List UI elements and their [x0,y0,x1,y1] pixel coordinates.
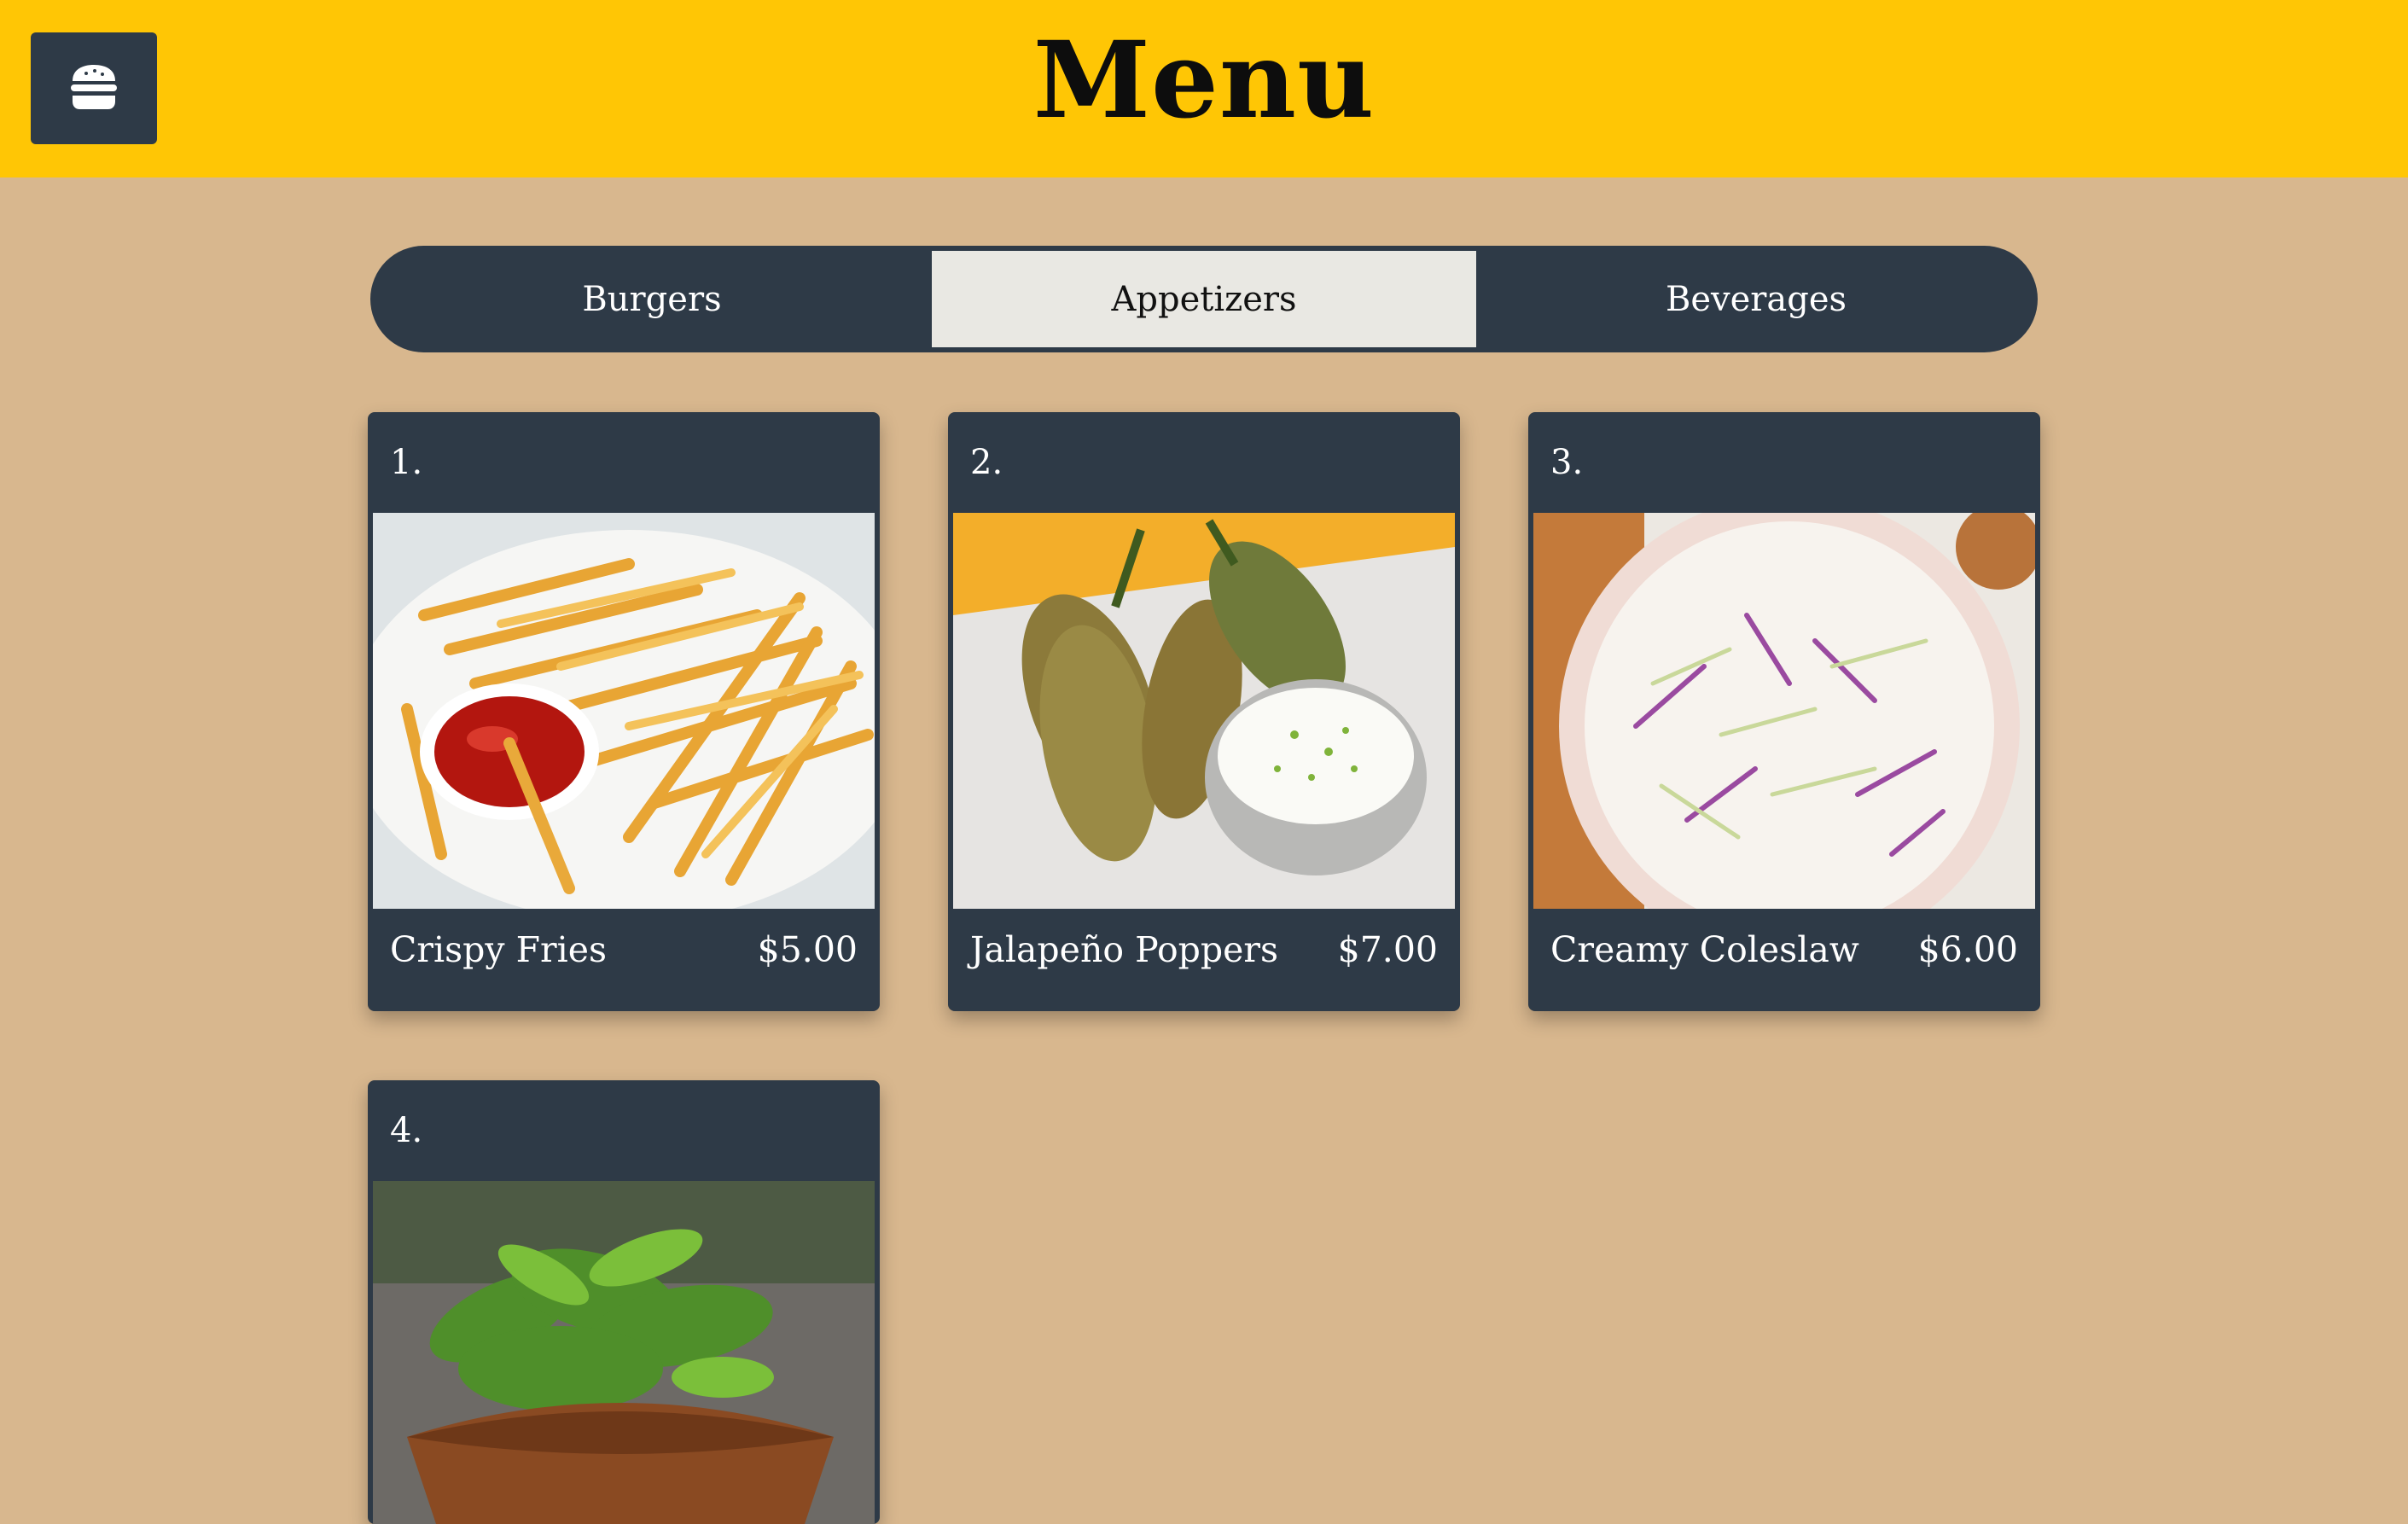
header-bar: Menu [0,0,2408,177]
item-image [373,1181,875,1524]
item-price: $7.00 [1337,929,1438,970]
item-name: Creamy Coleslaw [1550,929,1859,970]
item-image [1533,513,2035,909]
item-image [373,513,875,909]
tab-beverages[interactable]: Beverages [1480,251,2033,347]
menu-item-card[interactable]: 4. [368,1080,880,1524]
menu-item-card[interactable]: 1. Crispy Fries $5.00 [368,412,880,1011]
item-number: 4. [390,1111,423,1150]
item-number: 1. [390,443,423,482]
page-title: Menu [1032,19,1376,143]
menu-item-card[interactable]: 3. Creamy Coleslaw $6.00 [1528,412,2040,1011]
category-tabs: Burgers Appetizers Beverages [370,246,2038,352]
tab-burgers[interactable]: Burgers [375,251,928,347]
item-name: Jalapeño Poppers [970,929,1279,970]
menu-item-card[interactable]: 2. Jalapeño Poppers $7.00 [948,412,1460,1011]
item-price: $6.00 [1917,929,2018,970]
item-number: 2. [970,443,1003,482]
tab-appetizers[interactable]: Appetizers [932,251,1476,347]
item-name: Crispy Fries [390,929,608,970]
item-image [953,513,1455,909]
item-price: $5.00 [757,929,858,970]
item-number: 3. [1550,443,1584,482]
